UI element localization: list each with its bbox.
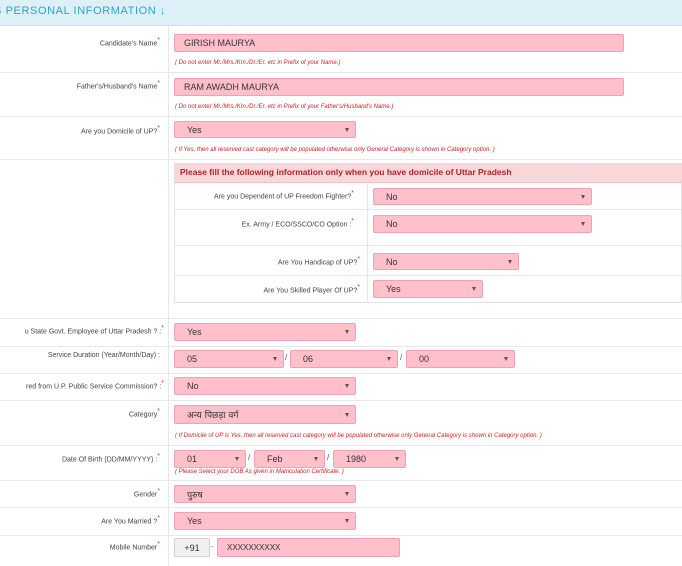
ex-army-label: Ex. Army / ECO/SSCO/CO Option :* — [241, 218, 354, 229]
date-separator: / — [248, 453, 251, 462]
dob-day-select[interactable]: 01 — [174, 450, 246, 468]
skilled-player-select[interactable]: Yes — [373, 280, 483, 298]
row-divider — [0, 346, 682, 347]
row-divider — [0, 445, 682, 446]
chevron-down-icon — [508, 259, 512, 264]
married-select[interactable]: Yes — [174, 512, 356, 530]
uppsc-select[interactable]: No — [174, 377, 356, 395]
country-code: +91 — [174, 538, 210, 557]
category-label: Category* — [128, 408, 160, 419]
chevron-down-icon — [581, 194, 585, 199]
domicile-label: Are you Domicile of UP?* — [81, 125, 160, 136]
dob-note: ( Please Select your DOB As given in Mat… — [175, 469, 344, 475]
domicile-panel-title: Please fill the following information on… — [180, 167, 512, 177]
freedom-fighter-select[interactable]: No — [373, 188, 592, 205]
mobile-dash: - — [211, 542, 214, 551]
column-divider — [168, 26, 169, 566]
date-separator: / — [400, 353, 403, 362]
chevron-down-icon — [273, 357, 277, 361]
father-name-label: Father's/Husband's Name* — [76, 80, 160, 91]
panel-row-divider — [175, 209, 681, 210]
row-divider — [0, 159, 682, 160]
father-name-input[interactable]: RAM AWADH MAURYA — [174, 78, 624, 96]
chevron-down-icon — [387, 357, 391, 361]
domicile-note: ( If Yes, then all reserved cast categor… — [175, 147, 495, 153]
handicap-label: Are You Handicap of UP?* — [277, 256, 360, 267]
date-separator: / — [327, 453, 330, 462]
row-divider — [0, 72, 682, 73]
chevron-down-icon — [395, 457, 399, 461]
category-select[interactable]: अन्य पिछड़ा वर्ग — [174, 405, 356, 424]
chevron-down-icon — [345, 330, 349, 334]
mobile-input[interactable]: XXXXXXXXXX — [217, 538, 400, 557]
chevron-down-icon — [345, 519, 349, 523]
chevron-down-icon — [235, 457, 239, 461]
dob-year-select[interactable]: 1980 — [333, 450, 406, 468]
dob-month-select[interactable]: Feb — [254, 450, 325, 468]
chevron-down-icon — [504, 357, 508, 361]
row-divider — [0, 507, 682, 508]
chevron-down-icon — [345, 384, 349, 388]
dob-label: Date Of Birth (DD/MM/YYYY) :* — [61, 453, 160, 464]
section-title: S PERSONAL INFORMATION ↓ — [0, 5, 167, 17]
category-note: ( If Domicile of UP is Yes, then all res… — [175, 433, 542, 439]
state-employee-select[interactable]: Yes — [174, 323, 356, 341]
date-separator: / — [285, 353, 288, 362]
panel-row-divider — [175, 245, 681, 246]
uppsc-label: red from U.P. Public Service Commission?… — [26, 380, 164, 391]
ex-army-select[interactable]: No — [373, 215, 592, 233]
row-divider — [0, 116, 682, 117]
chevron-down-icon — [581, 222, 585, 226]
gender-label: Gender* — [133, 488, 160, 499]
chevron-down-icon — [345, 412, 349, 417]
mobile-label: Mobile Number* — [109, 541, 160, 552]
row-divider — [0, 373, 682, 374]
row-divider — [0, 318, 682, 319]
freedom-fighter-label: Are you Dependent of UP Freedom Fighter?… — [214, 190, 354, 201]
domicile-select[interactable]: Yes — [174, 121, 356, 138]
candidate-name-note: ( Do not enter Mr./Mrs./Km./Dr./Er. etc … — [175, 60, 341, 66]
row-divider — [0, 480, 682, 481]
state-employee-label: u State Govt. Employee of Uttar Pradesh … — [24, 325, 164, 336]
chevron-down-icon — [345, 492, 349, 496]
service-year-select[interactable]: 05 — [174, 350, 284, 368]
handicap-select[interactable]: No — [373, 253, 519, 270]
chevron-down-icon — [314, 457, 318, 461]
chevron-down-icon — [345, 127, 349, 132]
service-duration-label: Service Duration (Year/Month/Day) : — [47, 352, 160, 359]
service-day-select[interactable]: 00 — [406, 350, 515, 368]
father-name-note: ( Do not enter Mr./Mrs./Km./Dr./Er. etc … — [175, 104, 394, 110]
panel-column-divider — [367, 184, 368, 302]
panel-row-divider — [175, 275, 681, 276]
row-divider — [0, 535, 682, 536]
skilled-player-label: Are You Skilled Player Of UP?* — [263, 284, 360, 295]
candidate-name-label: Candidate's Name* — [99, 37, 160, 48]
row-divider — [0, 400, 682, 401]
married-label: Are You Married ?* — [101, 515, 160, 526]
gender-select[interactable]: पुरुष — [174, 485, 356, 503]
service-month-select[interactable]: 06 — [290, 350, 398, 368]
chevron-down-icon — [472, 287, 476, 291]
candidate-name-input[interactable]: GIRISH MAURYA — [174, 34, 624, 52]
